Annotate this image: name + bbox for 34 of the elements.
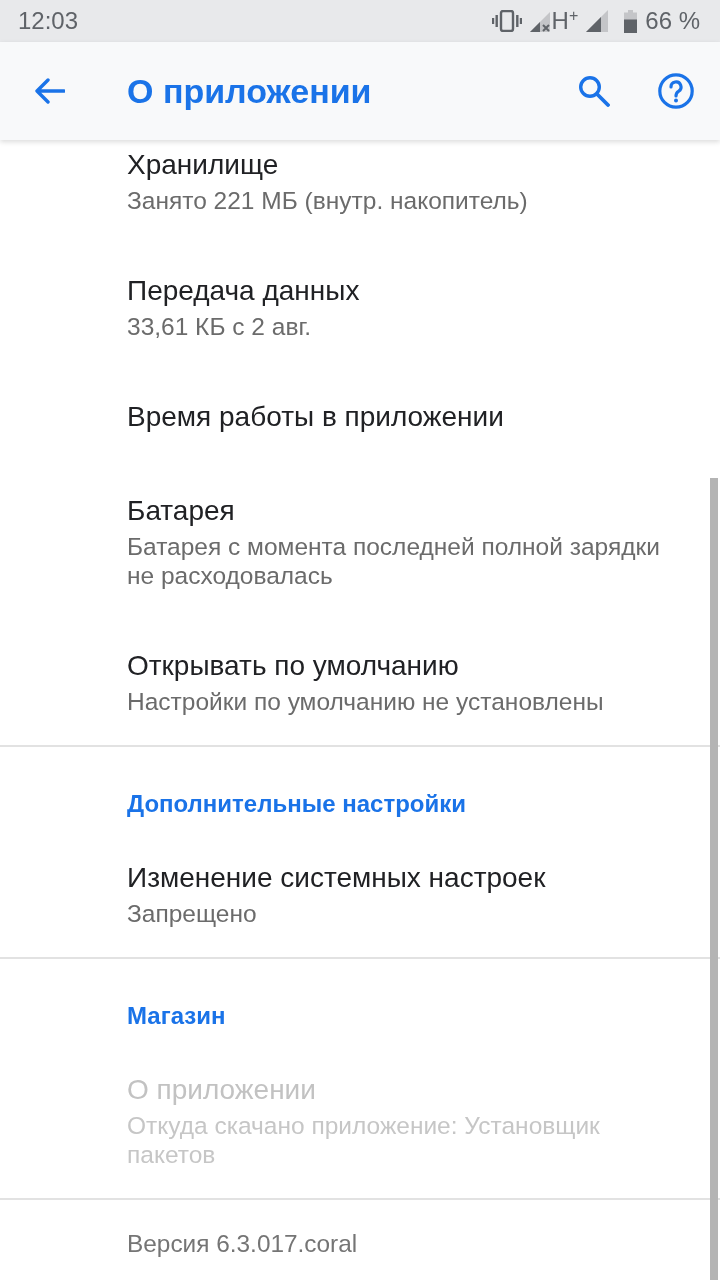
version-text: Версия 6.3.017.coral [126,1229,359,1259]
item-title: Открывать по умолчанию [127,649,460,683]
item-summary: Настройки по умолчанию не установлены [127,687,605,716]
arrow-left-icon [35,78,65,104]
item-summary: Занято 221 МБ (внутр. накопитель) [127,186,529,215]
item-title: Хранилище [127,148,280,182]
search-icon [578,75,610,107]
item-summary: Батарея с момента последней полной зарядки не расходовалась [127,532,661,590]
item-title: Изменение системных настроек [127,861,547,895]
settings-item[interactable]: Передача данных 33,61 КБ с 2 авг. [0,244,720,370]
battery-icon [624,9,638,33]
status-time: 12:03 [18,6,79,36]
section-header: Магазин [126,1001,227,1031]
item-title: Передача данных [127,274,361,308]
section-header: Дополнительные настройки [126,789,467,819]
settings-item[interactable]: Время работы в приложении [0,370,720,464]
signal-icon [586,10,609,32]
item-summary: Запрещено [127,899,258,928]
screen-title: О приложении [127,70,372,112]
battery-percent: 66 % [645,6,700,36]
network-type-text: H$^{+}$ [551,9,579,33]
settings-item[interactable]: Изменение системных настроек Запрещено [0,831,720,957]
item-title: Батарея [127,494,236,528]
item-summary: 33,61 КБ с 2 авг. [127,312,313,341]
item-title: Время работы в приложении [127,400,505,434]
settings-item[interactable]: Открывать по умолчанию Настройки по умолчанию не установлены [0,619,720,745]
settings-item[interactable]: Хранилище Занято 221 МБ (внутр. накопитель) [0,140,720,244]
item-title: О приложении [127,1073,317,1107]
settings-item[interactable]: Батарея Батарея с момента последней полной зарядки не расходовалась [0,464,720,619]
vibrate-icon [491,10,522,32]
help-icon [658,73,694,109]
item-summary: Откуда скачано приложение: Установщик пакетов [127,1111,601,1169]
help-button[interactable] [656,71,696,111]
signal-no-data-icon [529,10,552,32]
